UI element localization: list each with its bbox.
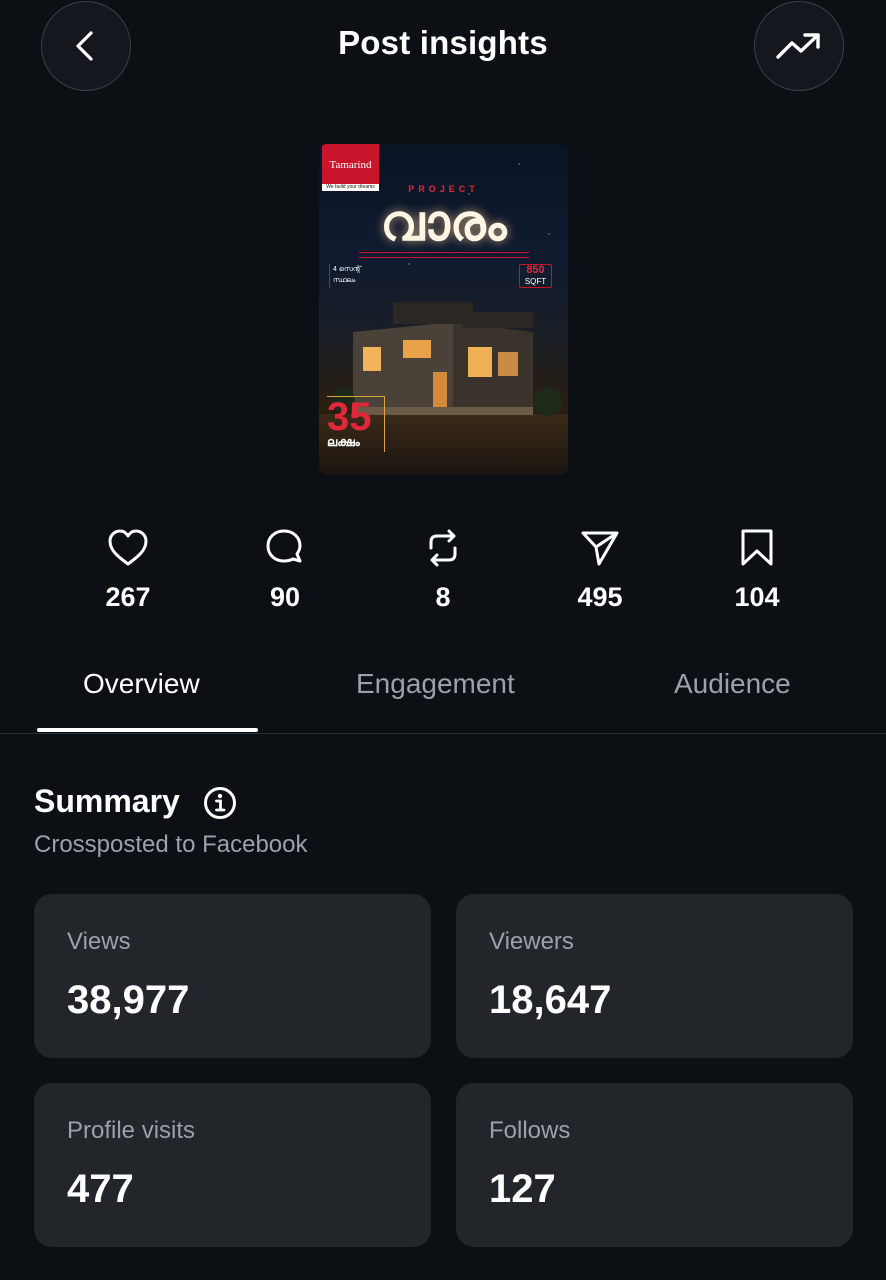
viewers-card[interactable]: Viewers 18,647 [456,894,853,1058]
info-icon[interactable] [203,786,237,820]
price-tag: 35 ലക്ഷം [327,396,385,452]
price-unit: ലക്ഷം [327,435,360,449]
stat-shares[interactable]: 495 [540,528,660,613]
profile-visits-card[interactable]: Profile visits 477 [34,1083,431,1247]
tab-audience[interactable]: Audience [674,668,791,700]
insights-tabs: Overview Engagement Audience [0,660,886,734]
stat-likes[interactable]: 267 [68,528,188,613]
active-tab-indicator [37,728,258,732]
card-value: 127 [489,1167,556,1211]
shares-count: 495 [577,582,623,612]
saves-count: 104 [734,582,780,612]
project-label: PROJECT [408,184,479,194]
project-title: വാരം [380,195,507,251]
follows-card[interactable]: Follows 127 [456,1083,853,1247]
card-label: Viewers [489,928,574,955]
land-size-note: 4 സെന്റ് സ്ഥലം [329,264,369,288]
tab-overview[interactable]: Overview [83,668,200,700]
poster-tagline-strip [359,252,529,258]
comments-count: 90 [269,582,301,612]
stat-comments[interactable]: 90 [225,528,345,613]
card-label: Profile visits [67,1117,196,1144]
repost-icon [429,529,457,567]
sqft-badge: 850 SQFT [519,264,552,288]
sqft-unit: SQFT [524,277,547,286]
share-icon [581,531,619,566]
summary-title: Summary [34,783,180,819]
comment-icon [266,529,302,563]
likes-count: 267 [105,582,151,612]
trending-up-icon [776,33,820,59]
brand-logo: Tamarind [322,144,379,188]
header: Post insights [0,0,886,92]
stat-reposts[interactable]: 8 [383,528,503,613]
card-value: 38,977 [67,978,190,1022]
card-label: Follows [489,1117,571,1144]
price-number: 35 [327,395,372,439]
heart-icon [108,529,148,566]
bookmark-icon [741,529,773,566]
card-value: 18,647 [489,978,612,1022]
card-label: Views [67,928,131,955]
views-card[interactable]: Views 38,977 [34,894,431,1058]
trending-button[interactable] [754,1,844,91]
card-value: 477 [67,1167,134,1211]
post-thumbnail[interactable]: Tamarind We build your dreams PROJECT വാ… [319,144,568,474]
reposts-count: 8 [435,582,451,612]
stat-saves[interactable]: 104 [697,528,817,613]
tab-engagement[interactable]: Engagement [356,668,515,700]
sqft-value: 850 [526,264,545,276]
crosspost-note: Crossposted to Facebook [34,831,308,858]
